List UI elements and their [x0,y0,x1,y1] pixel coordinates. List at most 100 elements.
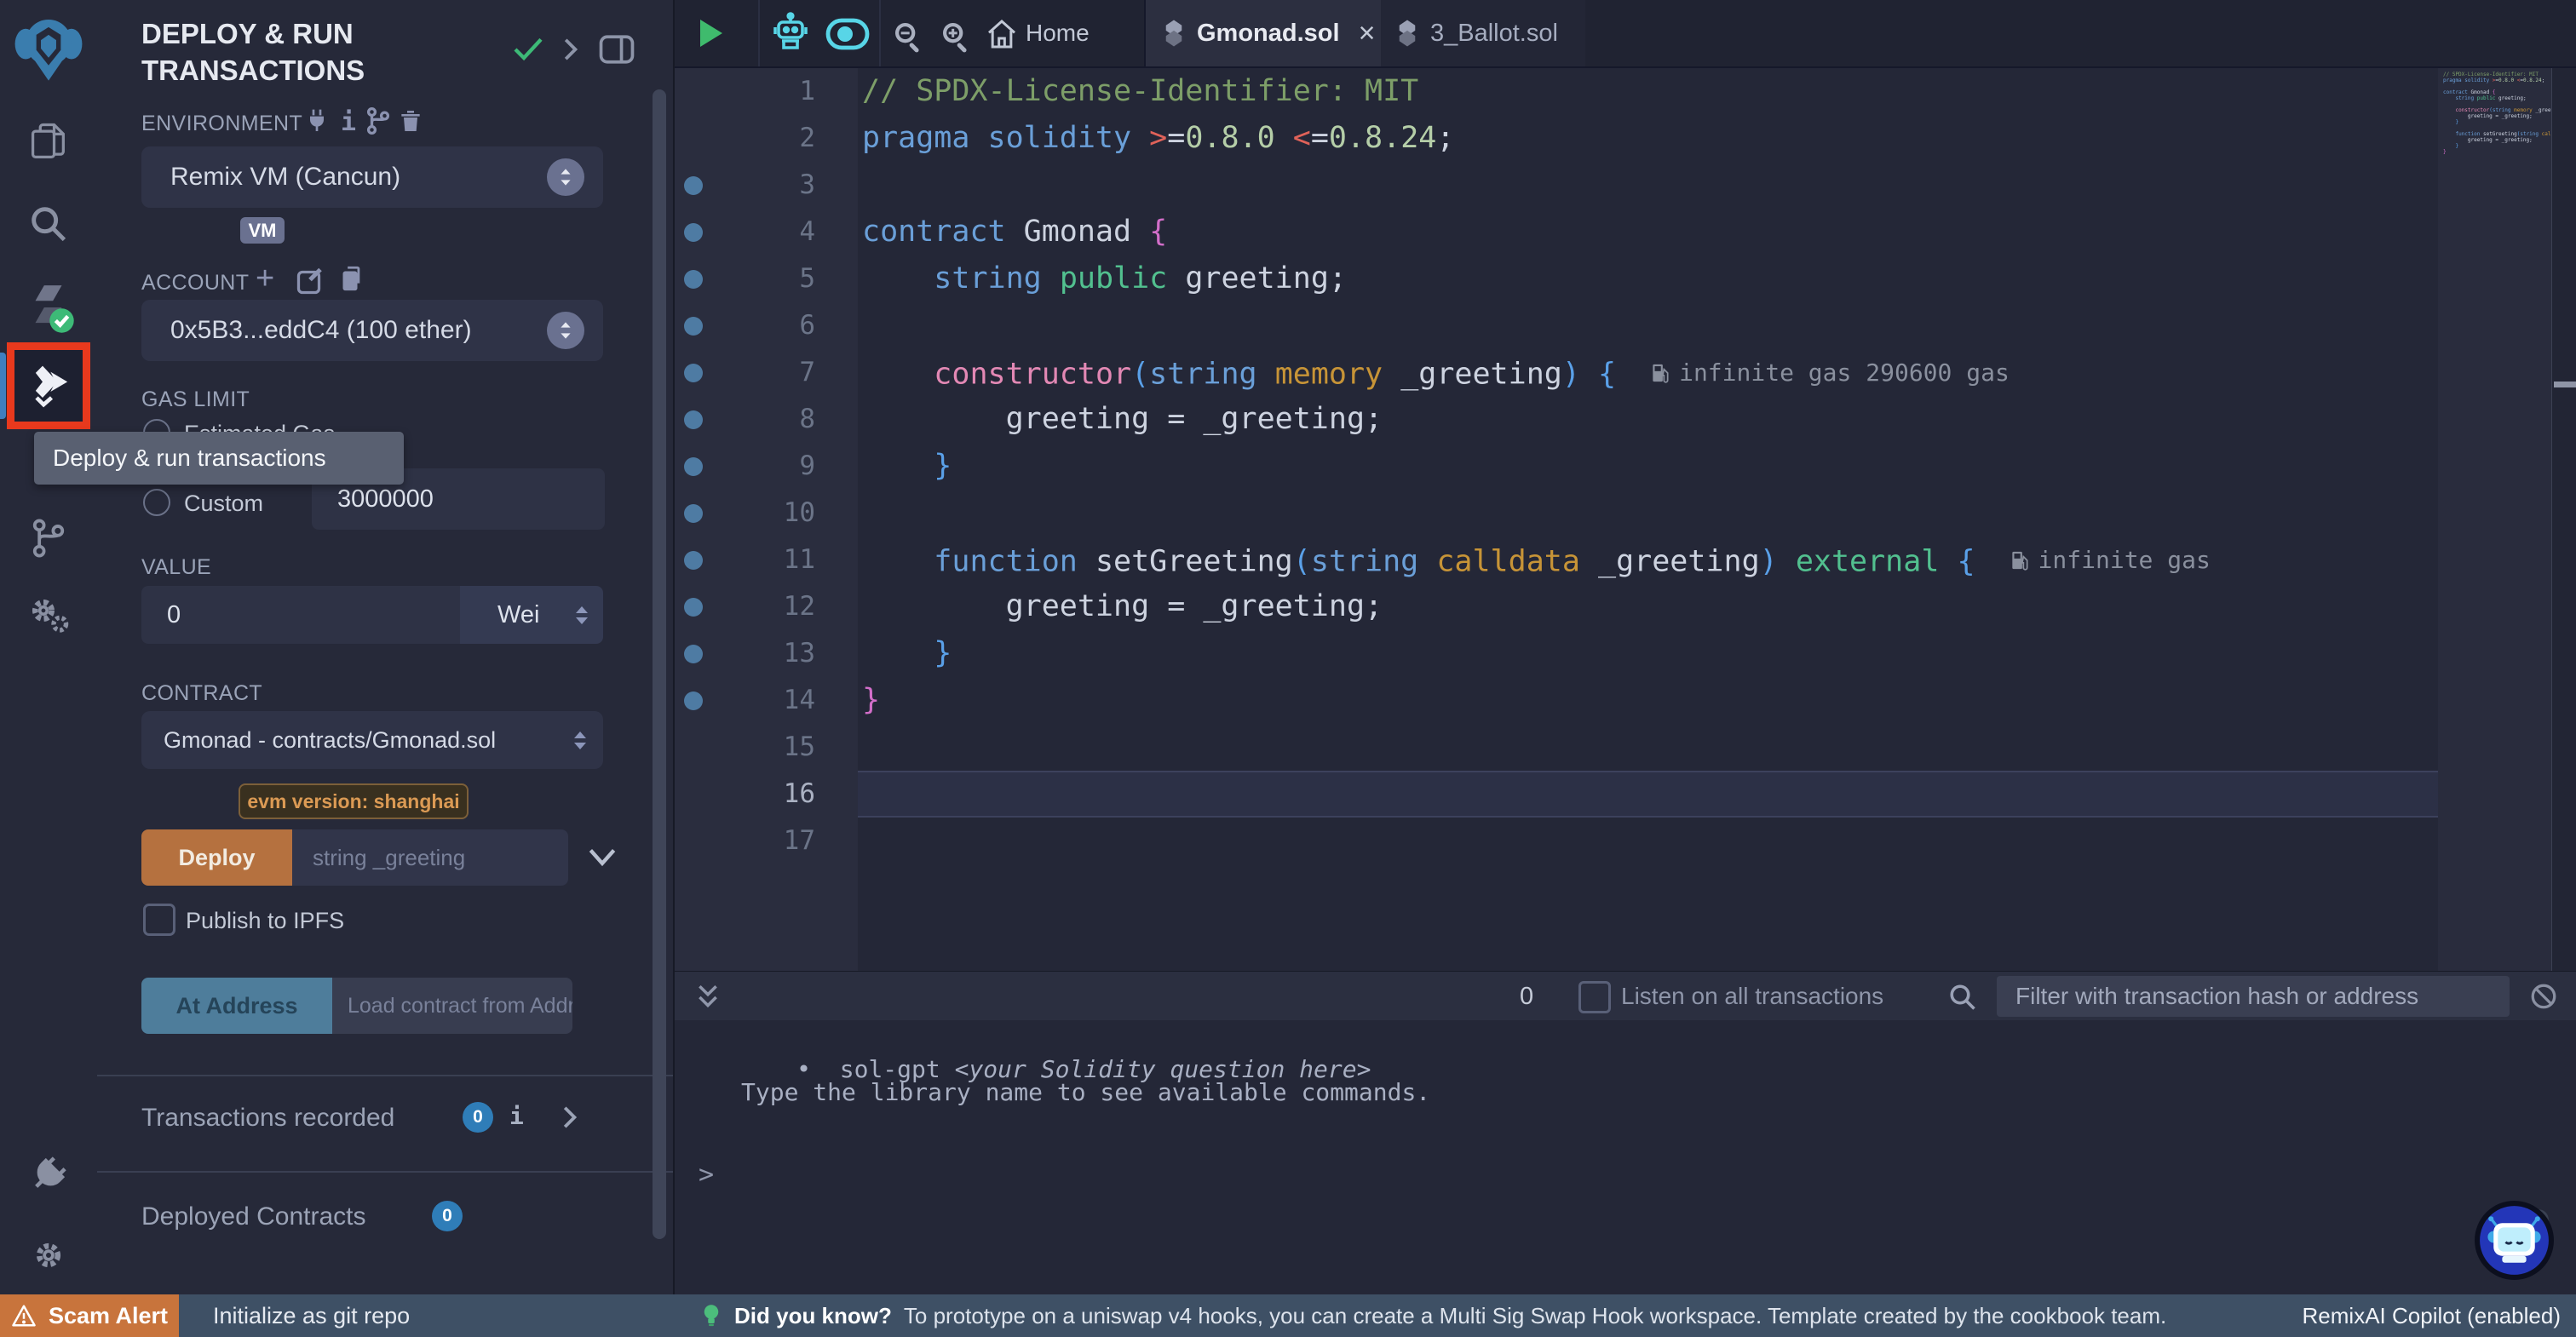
copy-account-icon[interactable] [336,264,365,293]
line-number: 11 [726,537,815,583]
value-input[interactable] [141,586,460,644]
line-number: 14 [726,677,815,724]
settings-gear-icon[interactable] [0,1233,97,1277]
activity-bar [0,0,98,1294]
plugin-manager-icon[interactable] [0,591,97,640]
gutter-dot-icon[interactable] [684,691,703,710]
remix-logo-icon[interactable] [0,12,97,85]
trash-icon[interactable] [397,107,424,135]
gutter-dot-icon[interactable] [684,598,703,617]
line-number: 5 [726,255,815,302]
deploy-arg-input[interactable] [292,829,568,886]
status-bar: Scam Alert Initialize as git repo Did yo… [0,1294,2576,1337]
ai-robot-icon[interactable] [770,12,811,55]
gutter-dot-icon[interactable] [684,223,703,242]
minimap[interactable]: // SPDX-License-Identifier: MITpragma so… [2438,68,2551,1039]
gutter-dot-icon[interactable] [684,551,703,570]
ai-copilot-button[interactable] [2473,1199,2556,1282]
line-number: 2 [726,115,815,162]
plug-icon[interactable] [303,107,331,135]
listen-all-label: Listen on all transactions [1621,983,1883,1010]
value-unit-select[interactable]: Wei [460,586,603,644]
tip-text: To prototype on a uniswap v4 hooks, you … [904,1303,2166,1329]
contract-select[interactable]: Gmonad - contracts/Gmonad.sol [141,711,603,769]
transaction-filter-input[interactable] [1997,976,2510,1017]
terminal-search-icon[interactable] [1947,982,1978,1013]
panel-chevron-right-icon[interactable] [557,36,583,63]
tip-label: Did you know? [734,1303,892,1329]
at-address-button[interactable]: At Address [141,978,332,1034]
gutter-dot-icon[interactable] [684,317,703,336]
gutter-dot-icon[interactable] [684,504,703,523]
add-account-icon[interactable]: + [256,261,274,297]
terminal-output[interactable]: • sol-gpt <your Solidity question here> … [675,1020,2576,1294]
code-line-9: 9 } [675,443,2549,490]
code-editor[interactable]: 1// SPDX-License-Identifier: MIT2pragma … [675,68,2576,1039]
deploy-expand-chevron-icon[interactable] [588,846,617,869]
fork-state-icon[interactable] [363,106,394,136]
code-line-5: 5 string public greeting; [675,255,2549,302]
account-select[interactable]: 0x5B3...eddC4 (100 ether) [141,300,603,361]
line-number: 4 [726,209,815,255]
select-spinner-icon [547,158,584,196]
select-spinner-icon [547,312,584,349]
gutter-dot-icon[interactable] [684,457,703,476]
scrollbar-thumb[interactable] [2554,382,2576,387]
environment-select[interactable]: Remix VM (Cancun) [141,146,603,208]
pin-panel-icon[interactable] [596,31,637,68]
git-icon[interactable] [0,516,97,560]
deployed-count-badge: 0 [432,1201,463,1231]
tab-label: 3_Ballot.sol [1430,20,1558,48]
gutter-dot-icon[interactable] [684,364,703,382]
environment-value: Remix VM (Cancun) [170,163,400,192]
gutter-dot-icon[interactable] [684,270,703,289]
home-tab-label[interactable]: Home [1026,20,1090,47]
toggle-icon[interactable] [825,17,871,51]
gas-estimate-annotation: infinite gas [2010,537,2211,583]
publish-ipfs-checkbox[interactable] [143,904,175,936]
line-number: 13 [726,630,815,677]
collapse-terminal-icon[interactable] [695,984,721,1011]
code-line-16: 16 [675,771,2549,818]
lightbulb-icon [700,1303,722,1328]
environment-label: ENVIRONMENT [141,112,302,136]
copilot-status: RemixAI Copilot (enabled) [2303,1303,2561,1329]
gutter-dot-icon[interactable] [684,645,703,663]
scam-alert-button[interactable]: Scam Alert [0,1294,179,1337]
close-tab-icon[interactable]: × [1359,17,1376,50]
transactions-expand-chevron-icon[interactable] [557,1104,581,1131]
home-icon[interactable] [985,17,1019,51]
line-number: 7 [726,349,815,396]
solidity-compiler-icon[interactable] [0,281,97,334]
editor-scrollbar[interactable] [2551,68,2576,1039]
tab-gmonad[interactable]: Gmonad.sol × [1144,0,1383,66]
git-init-button[interactable]: Initialize as git repo [213,1303,410,1329]
account-label: ACCOUNT [141,271,249,296]
deploy-run-panel: DEPLOY & RUN TRANSACTIONS ENVIRONMENT i … [97,0,673,1294]
transactions-info-icon[interactable]: i [509,1102,524,1130]
gutter-dot-icon[interactable] [684,176,703,195]
panel-scrollbar[interactable] [653,89,666,1239]
warning-icon [11,1304,37,1328]
tab-ballot[interactable]: 3_Ballot.sol [1381,0,1585,66]
deploy-run-icon-selected[interactable] [7,342,90,429]
contract-value: Gmonad - contracts/Gmonad.sol [164,727,496,754]
code-line-4: 4contract Gmonad { [675,209,2549,255]
code-line-6: 6 [675,302,2549,349]
run-script-play-icon[interactable] [699,20,722,47]
at-address-input[interactable] [332,978,572,1034]
gutter-dot-icon[interactable] [684,410,703,429]
zoom-out-icon[interactable] [891,19,925,53]
plugin-connector-icon[interactable] [0,1151,97,1197]
file-explorer-icon[interactable] [0,119,97,164]
search-icon[interactable] [0,202,97,246]
zoom-in-icon[interactable] [939,19,973,53]
edit-account-icon[interactable] [295,266,325,296]
contract-label: CONTRACT [141,681,262,706]
environment-info-icon[interactable]: i [341,107,356,137]
deploy-button[interactable]: Deploy [141,829,292,886]
active-plugin-indicator [0,353,6,419]
custom-gas-radio[interactable] [143,489,170,516]
ban-icon[interactable] [2528,981,2559,1012]
listen-all-checkbox[interactable] [1578,981,1611,1013]
